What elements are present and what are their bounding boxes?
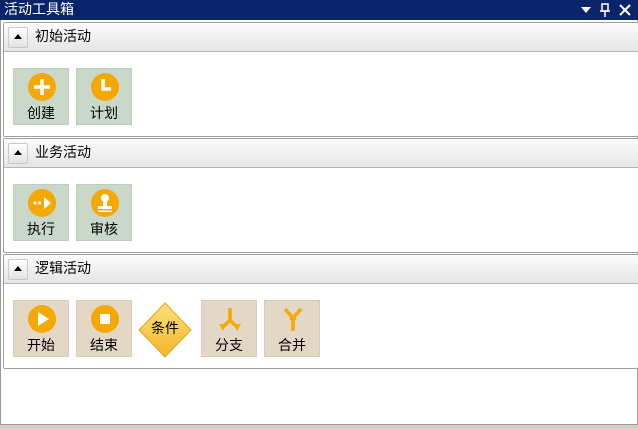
tool-review[interactable]: 审核 [76,184,132,241]
tool-create[interactable]: 创建 [13,68,69,125]
tool-label: 条件 [151,321,179,337]
tool-end[interactable]: 结束 [76,300,132,357]
collapse-button[interactable] [8,27,28,48]
title-bar: 活动工具箱 [0,0,638,20]
play-icon [28,305,56,333]
close-icon[interactable] [617,2,633,18]
fork-icon [219,308,241,331]
section-business-activities: 业务活动 执行 审核 [3,138,638,253]
arrow-right-icon [28,189,56,217]
section-title: 初始活动 [35,29,91,45]
tool-execute[interactable]: 执行 [13,184,69,241]
tool-branch[interactable]: 分支 [201,300,257,357]
tool-merge[interactable]: 合并 [264,300,320,357]
plus-icon [28,73,56,101]
collapse-button[interactable] [8,259,28,280]
tool-label: 审核 [90,222,118,238]
tool-label: 开始 [27,338,55,354]
tool-label: 结束 [90,338,118,354]
section-logic-activities: 逻辑活动 开始 结束 条件 分支 合并 [3,254,638,369]
tool-label: 计划 [90,106,118,122]
tool-condition[interactable]: 条件 [138,302,192,358]
toolbox-panel: 初始活动 创建 计划 业务活动 执行 审核 逻辑活动 开始 结束 条件 分支 合… [0,20,638,426]
tool-label: 合并 [278,338,306,354]
merge-icon [283,307,303,331]
section-title: 业务活动 [35,145,91,161]
section-initial-activities: 初始活动 创建 计划 [3,22,638,137]
section-header: 业务活动 [4,139,638,168]
dropdown-arrow-icon[interactable] [578,2,594,18]
stop-icon [91,305,119,333]
tool-plan[interactable]: 计划 [76,68,132,125]
section-header: 逻辑活动 [4,255,638,284]
section-title: 逻辑活动 [35,261,91,277]
collapse-arrow-icon [14,266,22,271]
section-header: 初始活动 [4,23,638,52]
stamp-icon [91,189,119,217]
tool-label: 分支 [215,338,243,354]
collapse-arrow-icon [14,150,22,155]
window-title: 活动工具箱 [4,2,74,18]
clock-icon [91,73,119,101]
pin-icon[interactable] [597,2,613,18]
tool-label: 执行 [27,222,55,238]
tool-label: 创建 [27,106,55,122]
tool-start[interactable]: 开始 [13,300,69,357]
collapse-button[interactable] [8,143,28,164]
collapse-arrow-icon [14,34,22,39]
bottom-border [0,424,638,429]
